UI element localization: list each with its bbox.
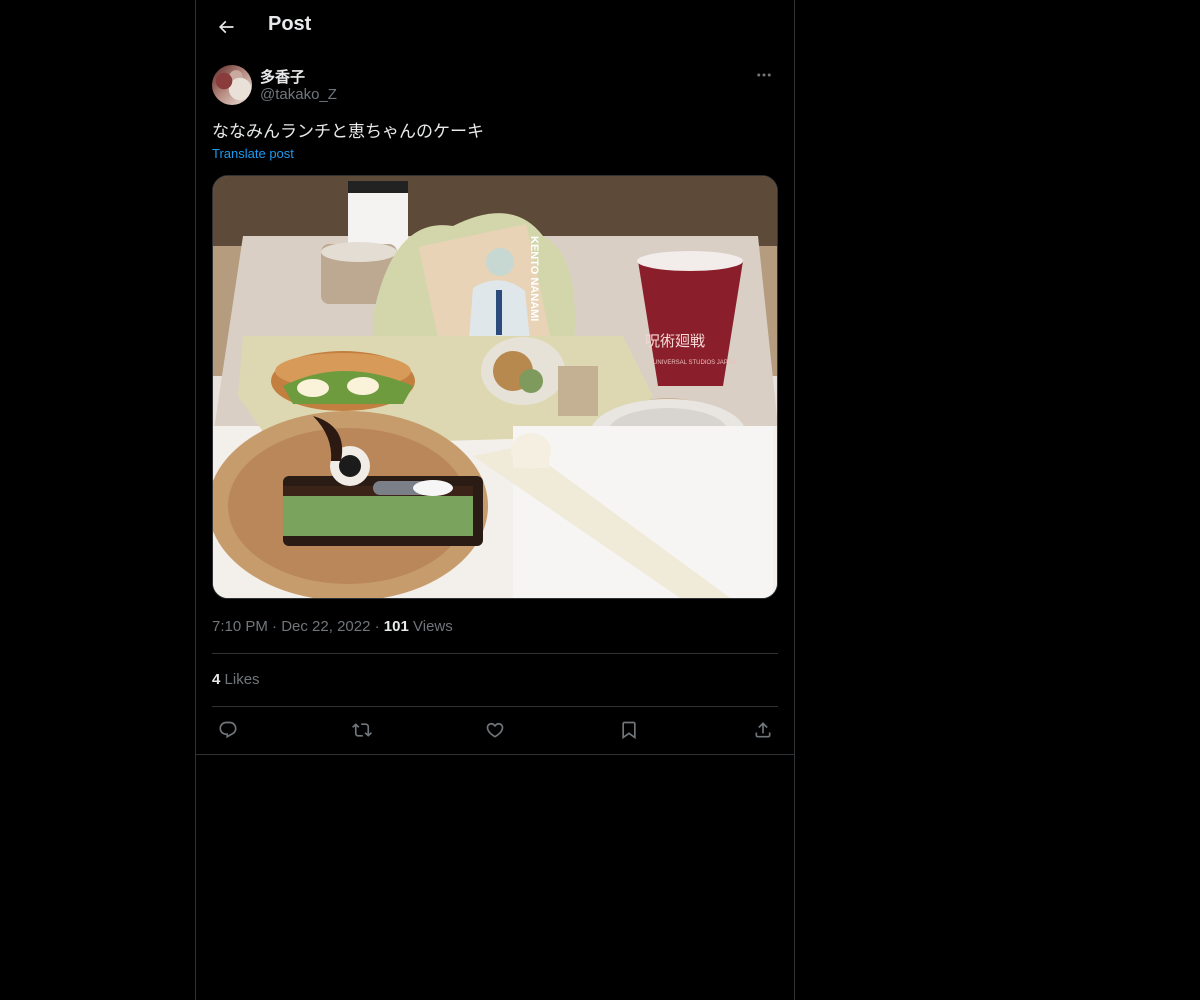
post-bottom-border — [196, 754, 794, 755]
lunch-photo-illustration: KENTO NANAMI 呪術廻戦 UNIVERSAL STUDIOS JAPA… — [213, 176, 777, 598]
divider — [212, 706, 778, 707]
bookmark-button[interactable] — [613, 714, 645, 746]
likes-count: 4 — [212, 671, 221, 688]
views-count: 101 — [383, 618, 409, 635]
post-time[interactable]: 7:10 PM — [212, 618, 268, 635]
likes-summary[interactable]: 4 Likes — [212, 671, 260, 688]
like-icon — [486, 722, 504, 738]
post-meta: 7:10 PM · Dec 22, 2022 · 101 Views — [212, 618, 453, 635]
share-icon — [755, 722, 771, 738]
avatar[interactable] — [212, 65, 252, 105]
post-column: Post 多香子 @takako_Z ななみんランチと恵ちゃんのケーキ Tran… — [195, 0, 795, 1000]
cup-subtitle-text: UNIVERSAL STUDIOS JAPAN — [653, 360, 736, 366]
author-handle[interactable]: @takako_Z — [260, 86, 337, 103]
views-label: Views — [413, 618, 453, 635]
divider — [212, 653, 778, 654]
action-bar — [212, 714, 778, 746]
card-name-text: KENTO NANAMI — [528, 236, 540, 321]
author-display-name[interactable]: 多香子 — [260, 66, 305, 87]
post-text: ななみんランチと恵ちゃんのケーキ — [212, 122, 484, 142]
more-icon — [757, 73, 771, 77]
share-button[interactable] — [747, 714, 779, 746]
post-photo[interactable]: KENTO NANAMI 呪術廻戦 UNIVERSAL STUDIOS JAPA… — [212, 175, 778, 599]
reply-button[interactable] — [212, 714, 244, 746]
post-author: 多香子 @takako_Z — [212, 65, 778, 107]
repost-button[interactable] — [346, 714, 378, 746]
meta-separator: · — [272, 618, 282, 635]
translate-post-link[interactable]: Translate post — [212, 146, 294, 161]
likes-label: Likes — [224, 671, 260, 688]
back-button[interactable] — [208, 9, 244, 45]
post-date[interactable]: Dec 22, 2022 — [281, 618, 370, 635]
meta-separator: · — [374, 618, 384, 635]
page-title: Post — [268, 13, 312, 35]
like-button[interactable] — [479, 714, 511, 746]
cup-title-text: 呪術廻戦 — [645, 332, 705, 350]
repost-icon — [352, 723, 372, 737]
more-button[interactable] — [750, 65, 778, 85]
post-header: Post — [196, 0, 794, 54]
bookmark-icon — [622, 721, 636, 740]
back-arrow-icon — [218, 20, 234, 34]
reply-icon — [219, 721, 237, 739]
